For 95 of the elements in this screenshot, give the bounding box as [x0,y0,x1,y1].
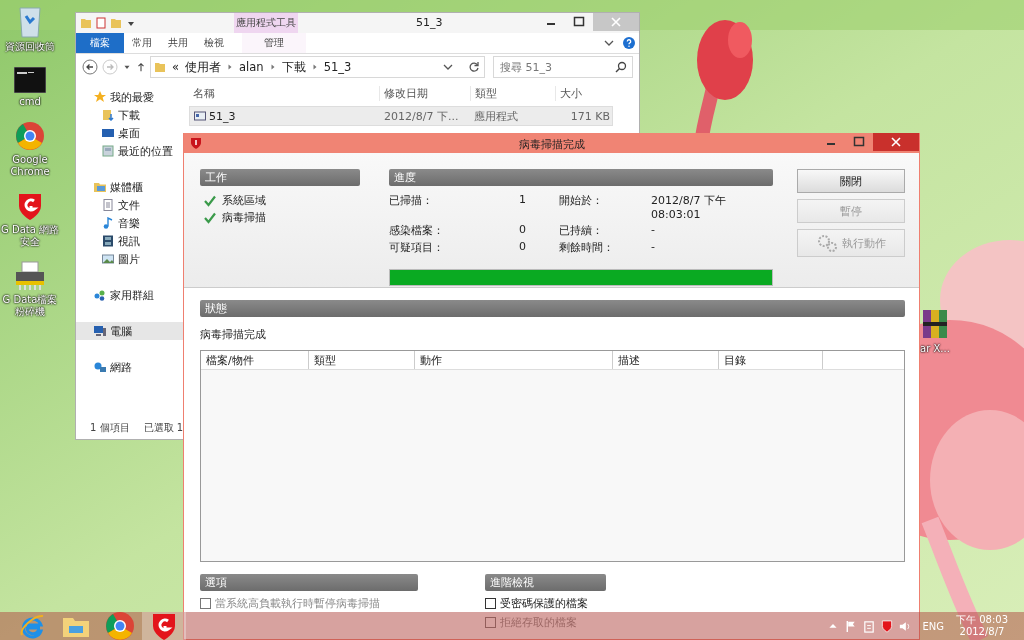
shield-icon [17,191,43,221]
homegroup-icon [94,289,106,301]
terminal-icon [14,66,46,93]
ribbon-tab[interactable]: 常用 [124,33,160,53]
breadcrumb-item[interactable]: 下載 [281,59,306,75]
shield-icon[interactable] [881,619,894,633]
up-arrow-icon[interactable] [136,62,146,72]
ribbon-tab[interactable]: 共用 [160,33,196,53]
gears-icon [816,233,838,253]
folder-icon [154,61,166,73]
stat-label: 已持續： [559,223,604,238]
stat-label: 已掃描： [389,193,434,208]
ribbon-tab[interactable]: 檔案 [76,33,124,53]
search-icon [615,61,627,73]
breadcrumb-overflow[interactable]: « [172,60,180,74]
clipboard-icon[interactable] [863,619,876,633]
network-icon [94,361,106,373]
window-title: 病毒掃描完成 [518,137,585,152]
file-cell: 應用程式 [474,108,518,124]
stat-value: - [651,240,656,255]
chrome-ball-icon [15,121,45,151]
section-header: 進度 [389,169,773,186]
stat-label: 可疑項目： [389,240,445,255]
dialog-button[interactable]: 關閉 [797,169,905,193]
status-message: 病毒掃描完成 [200,327,267,341]
column-header[interactable]: 類型 [309,351,415,369]
image-icon [102,253,114,265]
section-header: 選項 [200,574,418,591]
stat-label: 剩餘時間： [559,240,615,255]
status-text: 1 個項目 [90,421,130,435]
nav-item[interactable]: 我的最愛 [76,88,189,106]
status-text: 已選取 1 [143,421,184,435]
places-icon [102,145,114,157]
breadcrumb-arrow-icon [227,63,234,71]
window-title: 51_3 [416,16,443,29]
option-label: 當系統高負載執行時暫停病毒掃描 [215,596,380,611]
file-cell: 51_3 [209,109,236,123]
column-header[interactable]: 大小 [555,85,612,101]
stat-value: 1 [519,193,527,208]
task-label: 病毒掃描 [222,210,266,225]
stat-value: 0 [519,223,527,238]
flag-icon[interactable] [845,619,858,633]
close-icon[interactable] [873,133,919,151]
option-label: 受密碼保護的檔案 [500,596,588,611]
section-header: 狀態 [200,300,905,317]
breadcrumb-arrow-icon [269,63,276,71]
column-header[interactable]: 類型 [470,85,555,101]
breadcrumb-item[interactable]: 使用者 [185,59,222,75]
internet-explorer-icon[interactable] [19,613,45,639]
shield-icon [190,137,202,149]
stat-label: 開始於： [559,193,604,208]
nav-item[interactable]: 下載 [76,106,189,124]
stat-value: 0 [519,240,527,255]
file-cell: 2012/8/7 下... [384,108,459,124]
checkbox[interactable] [485,598,496,609]
address-bar[interactable]: « 使用者 alan 下載 51_3 [150,56,485,78]
column-header[interactable]: 描述 [613,351,719,369]
column-header[interactable]: 檔案/物件 [201,351,309,369]
properties-page-icon[interactable] [95,17,107,29]
library-folder-icon [94,181,106,193]
film-icon [102,235,114,247]
speaker-icon[interactable] [899,619,912,633]
stat-label: 感染檔案： [389,223,445,238]
task-label: 系統區域 [222,193,266,208]
breadcrumb-item[interactable]: 51_3 [323,60,352,74]
archive-books-icon [922,308,948,340]
stat-value: 2012/8/7 下午 08:03:01 [651,193,727,221]
shredder-icon [14,261,46,291]
breadcrumb-arrow-icon [311,63,318,71]
column-header[interactable]: 目錄 [719,351,823,369]
file-row[interactable]: 51_3 2012/8/7 下... 應用程式 171 KB [189,106,613,126]
section-header: 工作 [200,169,360,186]
breadcrumb-item[interactable]: alan [239,60,264,74]
star-icon [94,91,106,103]
ribbon-tab[interactable]: 管理 [242,33,306,53]
document-icon [102,199,114,211]
computer-icon [94,325,106,337]
trash-bin-icon [17,4,43,38]
column-header[interactable]: 名稱 [189,85,379,101]
application-icon [194,110,206,122]
file-cell: 171 KB [570,109,610,123]
music-note-icon [102,217,114,229]
stat-value: - [651,223,656,238]
taskbar-app[interactable] [142,612,186,640]
monitor-icon [102,127,114,139]
shield-icon [151,611,177,640]
refresh-icon[interactable] [468,61,480,73]
chrome-ball-icon [105,611,135,640]
column-header[interactable]: 動作 [415,351,613,369]
column-header[interactable]: 修改日期 [379,85,470,101]
help-icon[interactable] [623,37,635,49]
search-field[interactable]: 搜尋 51_3 [493,56,633,78]
section-header: 進階檢視 [485,574,606,591]
context-tab-group: 應用程式工具 [234,13,298,33]
ribbon-tab[interactable]: 檢視 [196,33,232,53]
